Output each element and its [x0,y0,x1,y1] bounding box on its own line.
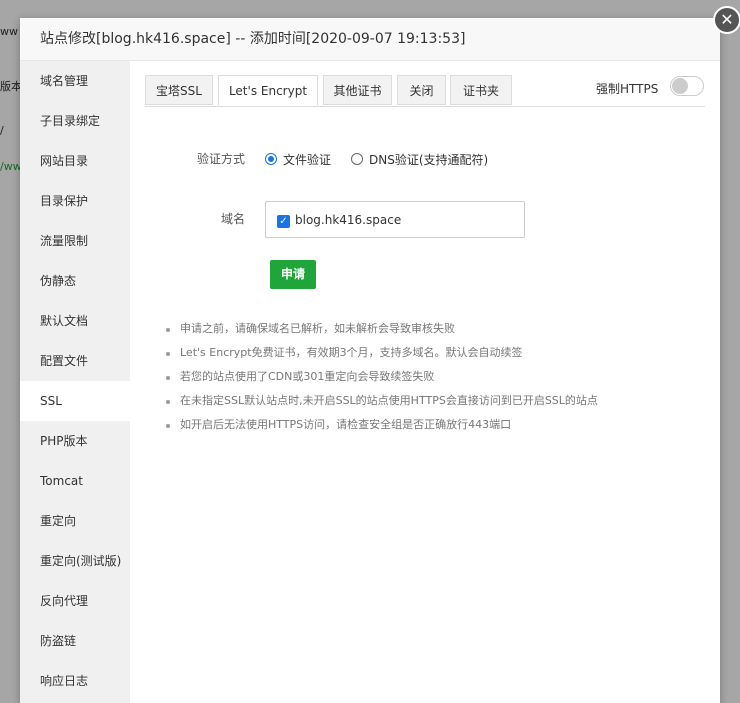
sidebar-item-domain[interactable]: 域名管理 [20,61,130,101]
force-https-toggle[interactable] [670,76,704,96]
sidebar-item-response-log[interactable]: 响应日志 [20,661,130,701]
file-verify-radio[interactable] [265,153,277,165]
sidebar-item-site-dir[interactable]: 网站目录 [20,141,130,181]
sidebar-item-traffic[interactable]: 流量限制 [20,221,130,261]
sidebar-item-subdir[interactable]: 子目录绑定 [20,101,130,141]
sidebar-item-reverse-proxy[interactable]: 反向代理 [20,581,130,621]
note-item: 申请之前，请确保域名已解析，如未解析会导致审核失败 [164,317,598,341]
toggle-knob [672,78,688,94]
note-item: 若您的站点使用了CDN或301重定向会导致续签失败 [164,365,598,389]
sidebar-item-default-doc[interactable]: 默认文档 [20,301,130,341]
force-https-label: 强制HTTPS [596,82,659,96]
dns-verify-label: DNS验证(支持通配符) [369,153,489,167]
sidebar-item-rewrite[interactable]: 伪静态 [20,261,130,301]
sidebar-item-ssl[interactable]: SSL [20,381,130,421]
sidebar-item-hotlink[interactable]: 防盗链 [20,621,130,661]
note-item: 如开启后无法使用HTTPS访问，请检查安全组是否正确放行443端口 [164,413,598,437]
dialog-title: 站点修改[blog.hk416.space] -- 添加时间[2020-09-0… [20,18,720,61]
file-verify-label: 文件验证 [283,153,332,167]
sidebar-item-tomcat[interactable]: Tomcat [20,461,130,501]
domain-name: blog.hk416.space [295,213,402,227]
verify-method-label: 验证方式 [196,152,245,166]
sidebar-item-config[interactable]: 配置文件 [20,341,130,381]
sidebar-item-redirect[interactable]: 重定向 [20,501,130,541]
ssl-panel: 宝塔SSL Let's Encrypt 其他证书 关闭 证书夹 强制HTTPS … [130,61,720,703]
domain-list: ✓ blog.hk416.space [265,201,525,238]
note-item: Let's Encrypt免费证书，有效期3个月，支持多域名。默认会自动续签 [164,341,598,365]
tab-other-cert[interactable]: 其他证书 [323,75,392,105]
notes-list: 申请之前，请确保域名已解析，如未解析会导致审核失败 Let's Encrypt免… [164,317,598,437]
sidebar-item-dir-protect[interactable]: 目录保护 [20,181,130,221]
tab-cert-folder[interactable]: 证书夹 [450,75,512,105]
note-item: 在未指定SSL默认站点时,未开启SSL的站点使用HTTPS会直接访问到已开启SS… [164,389,598,413]
sidebar-item-redirect-beta[interactable]: 重定向(测试版) [20,541,130,581]
sidebar-item-php[interactable]: PHP版本 [20,421,130,461]
tab-close[interactable]: 关闭 [397,75,446,105]
close-icon[interactable]: ✕ [713,6,740,34]
dns-verify-radio[interactable] [351,153,363,165]
site-edit-dialog: 站点修改[blog.hk416.space] -- 添加时间[2020-09-0… [20,18,720,703]
tab-lets-encrypt[interactable]: Let's Encrypt [218,75,318,106]
domain-label: 域名 [220,212,245,226]
sidebar: 域名管理 子目录绑定 网站目录 目录保护 流量限制 伪静态 默认文档 配置文件 … [20,61,130,703]
apply-button[interactable]: 申请 [270,260,316,289]
domain-checkbox[interactable]: ✓ [277,215,290,228]
tab-bt-ssl[interactable]: 宝塔SSL [145,75,213,105]
